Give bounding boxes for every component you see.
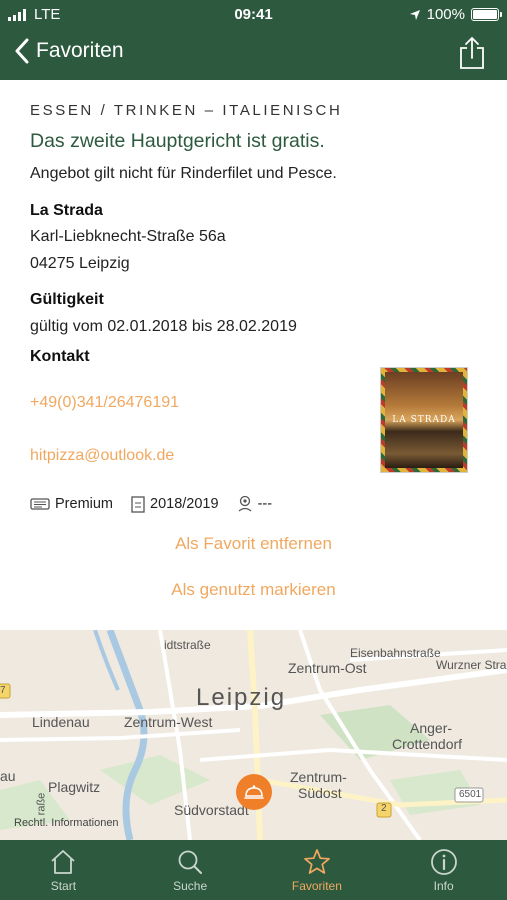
status-bar: LTE 09:41 100% bbox=[0, 0, 507, 30]
chevron-left-icon bbox=[15, 38, 29, 64]
distance-badge: --- bbox=[237, 495, 273, 513]
info-icon bbox=[430, 849, 457, 875]
venue-name: La Strada bbox=[30, 202, 103, 219]
offer-condition: Angebot gilt nicht für Rinderfilet und P… bbox=[30, 165, 337, 182]
tab-bar: Start Suche Favoriten Info bbox=[0, 840, 507, 900]
map-label-zentrum-suedost-2: Südost bbox=[298, 785, 342, 801]
offer-card: ESSEN / TRINKEN – ITALIENISCH Das zweite… bbox=[0, 80, 507, 630]
tier-label: Premium bbox=[55, 496, 114, 512]
back-button-label: Favoriten bbox=[36, 39, 124, 62]
star-icon bbox=[304, 849, 330, 874]
tab-suche-label: Suche bbox=[173, 879, 208, 893]
venue-logo-text: LA STRADA bbox=[392, 415, 456, 425]
map-road-6501: 6501 bbox=[459, 789, 482, 800]
map-label-zentrum-ost: Zentrum-Ost bbox=[288, 660, 367, 676]
tab-start[interactable]: Start bbox=[0, 840, 127, 900]
validity-heading: Gültigkeit bbox=[30, 291, 104, 308]
map-legal-link[interactable]: Rechtl. Informationen bbox=[14, 817, 119, 829]
back-button[interactable]: Favoriten bbox=[14, 38, 124, 64]
offer-meta: Premium 2018/2019 --- bbox=[30, 495, 272, 513]
location-arrow-icon bbox=[409, 9, 420, 20]
tier-badge: Premium bbox=[30, 496, 113, 512]
map-city-label: Leipzig bbox=[196, 684, 287, 711]
tab-info-label: Info bbox=[433, 879, 454, 893]
tab-favoriten[interactable]: Favoriten bbox=[254, 840, 381, 900]
mark-used-button[interactable]: Als genutzt markieren bbox=[0, 580, 507, 600]
offer-headline: Das zweite Hauptgericht ist gratis. bbox=[30, 130, 325, 152]
venue-photo: LA STRADA bbox=[385, 372, 463, 468]
share-button[interactable] bbox=[459, 36, 485, 75]
venue-street: Karl-Liebknecht-Straße 56a bbox=[30, 228, 226, 245]
search-icon bbox=[178, 850, 203, 874]
battery-percent: 100% bbox=[426, 6, 465, 23]
validity-text: gültig vom 02.01.2018 bis 28.02.2019 bbox=[30, 318, 297, 335]
map-label-anger: Anger- bbox=[410, 720, 453, 736]
contact-heading: Kontakt bbox=[30, 348, 90, 365]
email-link[interactable]: hitpizza@outlook.de bbox=[30, 447, 174, 465]
location-person-icon bbox=[238, 495, 251, 512]
share-icon bbox=[460, 36, 484, 69]
map-label-lindenau: Lindenau bbox=[32, 714, 90, 730]
map-label-au: au bbox=[0, 768, 16, 784]
season-badge: 2018/2019 bbox=[131, 495, 219, 513]
venue-city: 04275 Leipzig bbox=[30, 255, 130, 272]
battery-icon bbox=[471, 8, 502, 21]
distance-label: --- bbox=[257, 496, 273, 512]
map-view[interactable]: Eisenbahnstraße Zentrum-Ost Wurzner Stra… bbox=[0, 630, 507, 840]
map-label-wurzner: Wurzner Stra bbox=[436, 658, 507, 672]
restaurant-map-pin[interactable] bbox=[236, 774, 272, 810]
map-road-7: 7 bbox=[0, 685, 6, 696]
phone-link[interactable]: +49(0)341/26476191 bbox=[30, 394, 179, 412]
tab-info[interactable]: Info bbox=[380, 840, 507, 900]
home-icon bbox=[51, 850, 75, 874]
tab-favoriten-label: Favoriten bbox=[291, 879, 342, 893]
offer-category: ESSEN / TRINKEN – ITALIENISCH bbox=[30, 102, 343, 119]
ticket-icon bbox=[30, 498, 50, 510]
map-label-eisenbahnstrasse: Eisenbahnstraße bbox=[350, 646, 441, 660]
season-label: 2018/2019 bbox=[150, 496, 219, 512]
tab-start-label: Start bbox=[50, 879, 77, 893]
map-label-plagwitz: Plagwitz bbox=[48, 779, 101, 795]
battery-fill bbox=[473, 10, 497, 19]
remove-favorite-button[interactable]: Als Favorit entfernen bbox=[0, 534, 507, 554]
venue-thumbnail: LA STRADA bbox=[380, 367, 468, 473]
map-label-strasse-side: raße bbox=[35, 792, 48, 816]
map-label-stadtstrasse: idtstraße bbox=[164, 638, 211, 652]
map-label-zentrum-suedost-1: Zentrum- bbox=[290, 769, 347, 785]
map-label-crottendorf: Crottendorf bbox=[392, 736, 463, 752]
map-label-zentrum-west: Zentrum-West bbox=[124, 714, 213, 730]
tab-suche[interactable]: Suche bbox=[127, 840, 254, 900]
cloche-icon bbox=[244, 785, 264, 799]
status-right: 100% bbox=[409, 6, 502, 23]
map-label-suedvorstadt: Südvorstadt bbox=[174, 802, 249, 818]
calendar-icon bbox=[131, 495, 145, 513]
map-road-2: 2 bbox=[381, 803, 387, 814]
nav-bar: Favoriten bbox=[0, 30, 507, 80]
